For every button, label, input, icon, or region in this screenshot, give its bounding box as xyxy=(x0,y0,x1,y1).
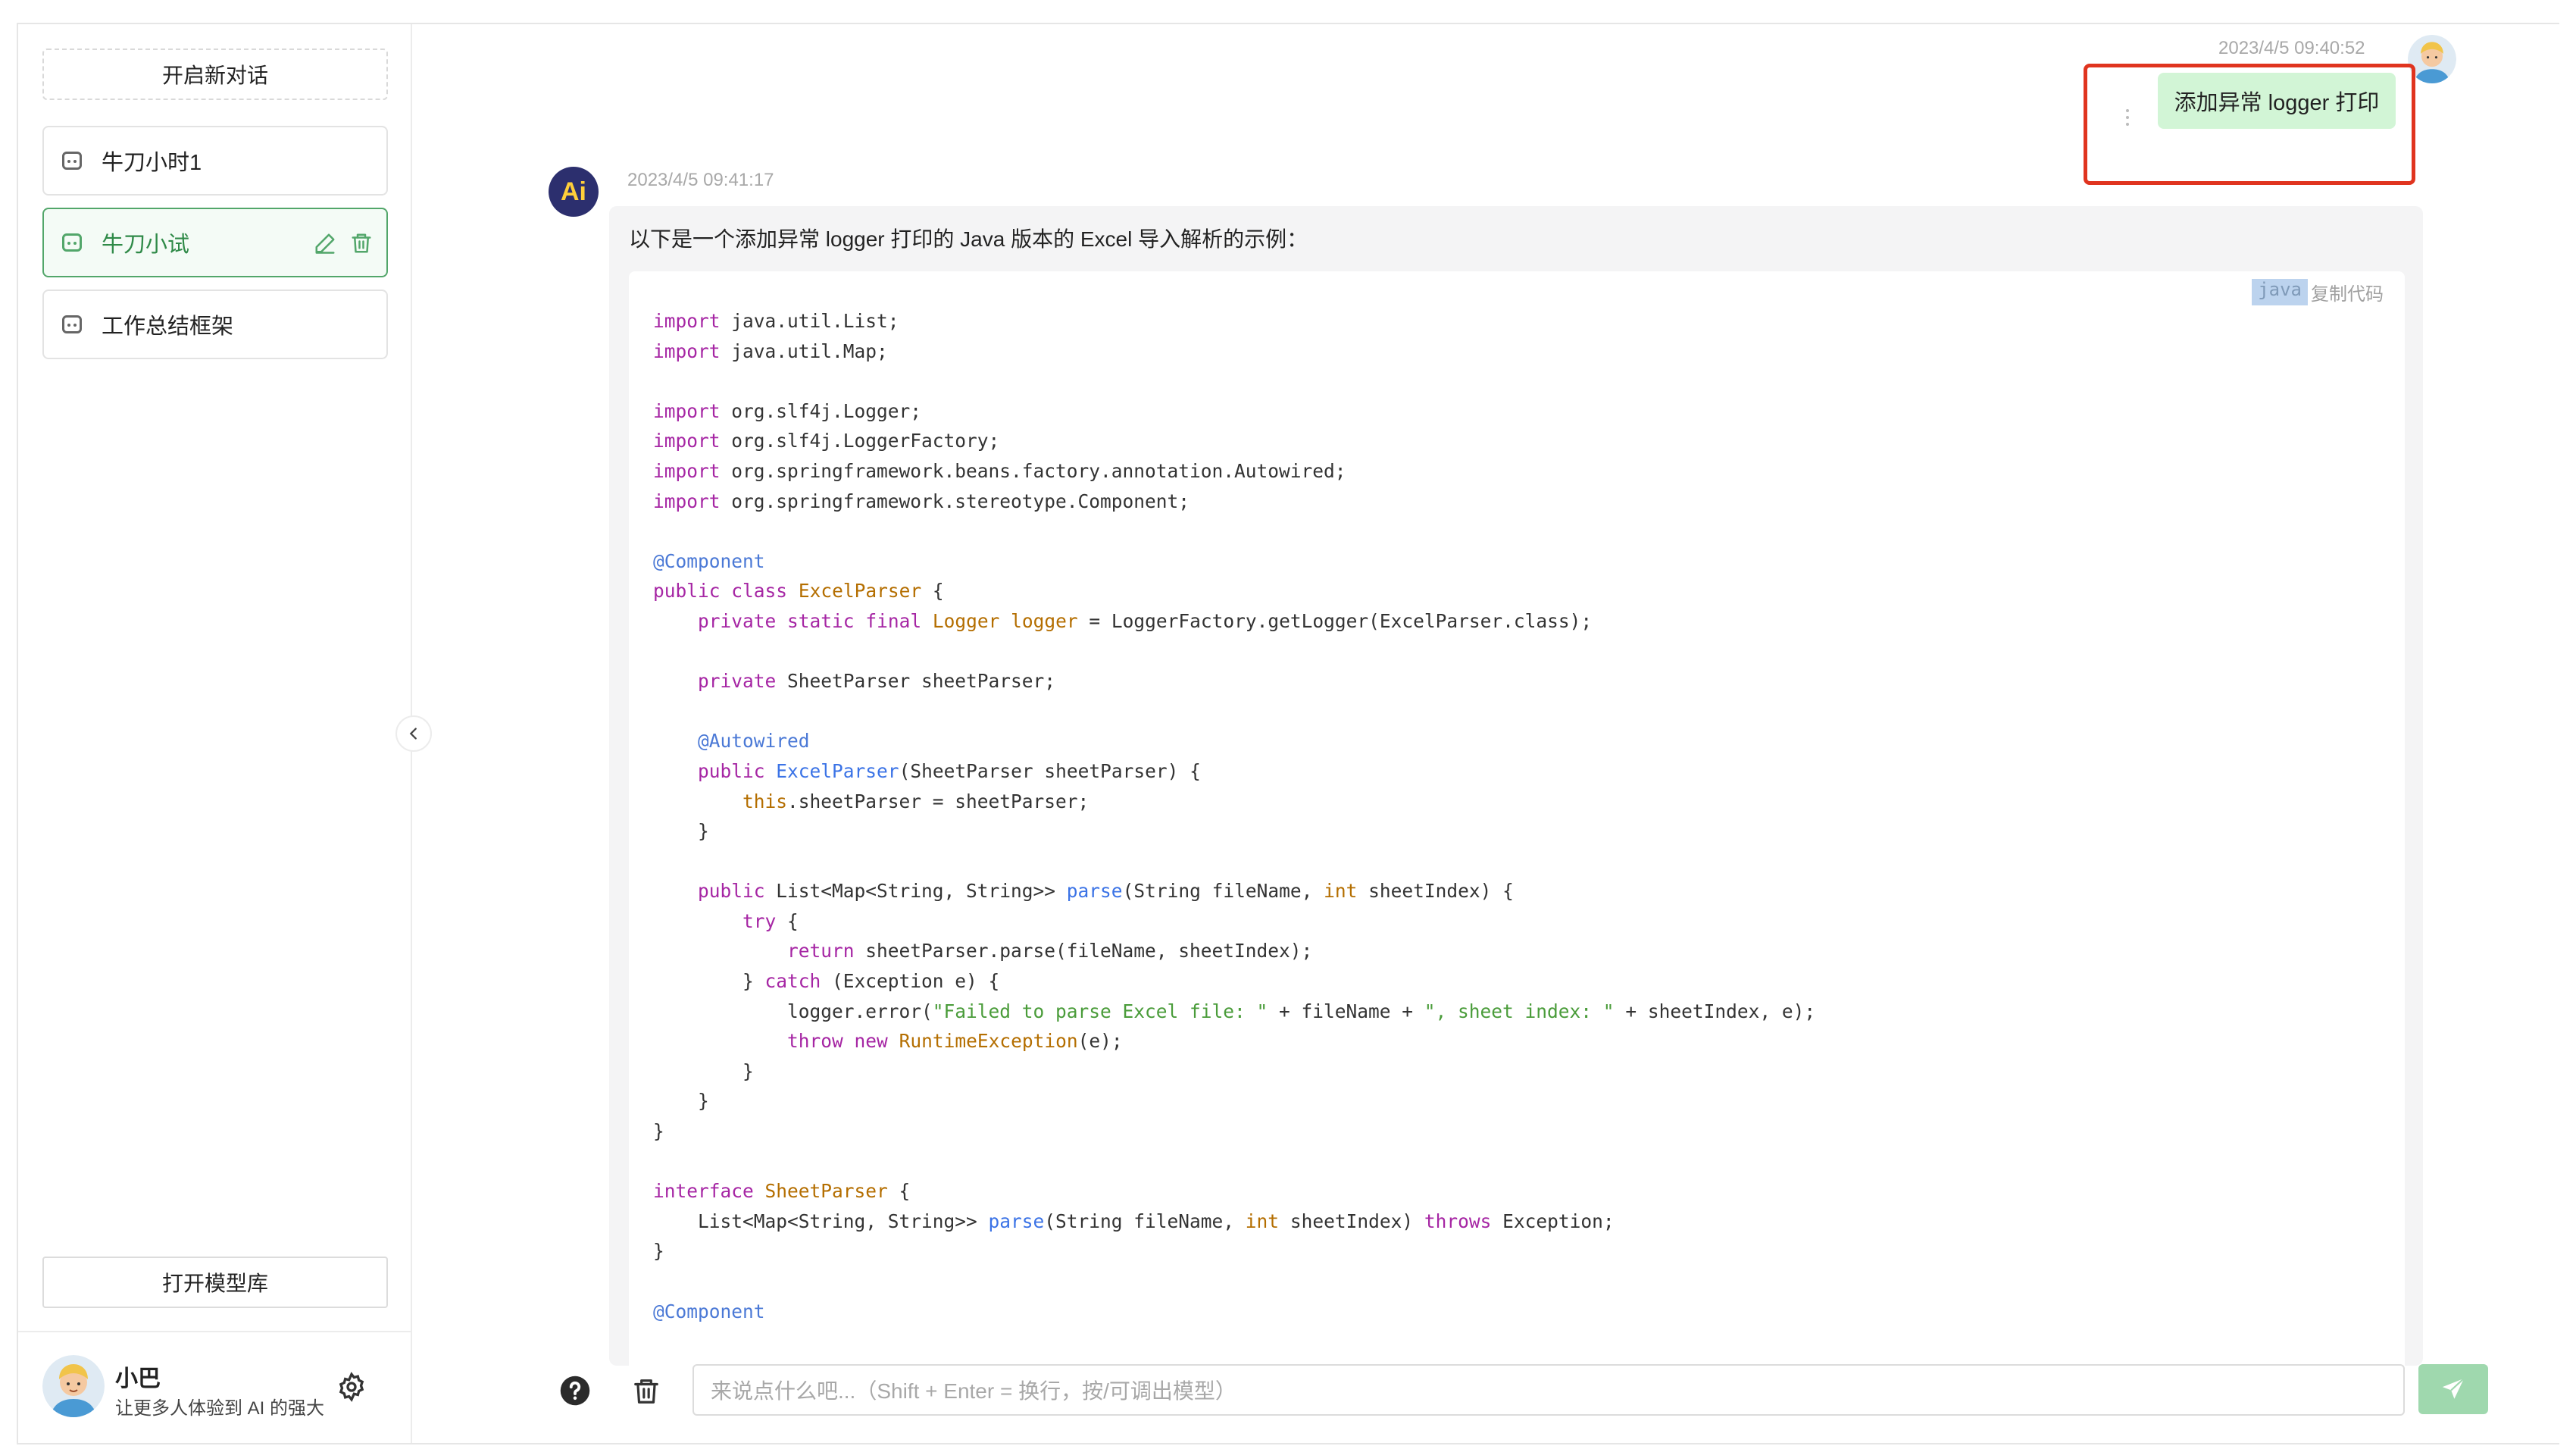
copy-code-button[interactable]: 复制代码 xyxy=(2311,279,2384,305)
user-profile: 小巴 让更多人体验到 AI 的强大 xyxy=(18,1331,411,1444)
ai-avatar: Ai xyxy=(549,167,599,217)
highlight-annotation xyxy=(2084,64,2415,185)
code-header: java 复制代码 xyxy=(2252,279,2384,305)
ai-message-card: 以下是一个添加异常 logger 打印的 Java 版本的 Excel 导入解析… xyxy=(609,206,2423,1366)
code-language-label: java xyxy=(2252,279,2308,305)
ai-message-time: 2023/4/5 09:41:17 xyxy=(627,170,774,190)
app-window: 开启新对话 牛刀小时1 牛刀小试 工作总结框架 打开模型库 小巴 让更多人体验到… xyxy=(17,23,2559,1444)
user-name: 小巴 xyxy=(115,1366,161,1391)
open-model-library-button[interactable]: 打开模型库 xyxy=(42,1257,388,1308)
delete-icon[interactable] xyxy=(350,232,373,255)
chat-icon xyxy=(62,233,82,252)
chat-icon xyxy=(62,315,82,333)
session-title: 牛刀小时1 xyxy=(102,151,202,175)
send-button[interactable] xyxy=(2418,1364,2488,1414)
chat-icon xyxy=(62,152,82,170)
send-icon xyxy=(2442,1378,2465,1399)
user-description: 让更多人体验到 AI 的强大 xyxy=(115,1398,325,1419)
message-input[interactable]: 来说点什么吧...（Shift + Enter = 换行，按/可调出模型） xyxy=(692,1364,2405,1416)
edit-icon[interactable] xyxy=(314,232,336,255)
ai-message-intro: 以下是一个添加异常 logger 打印的 Java 版本的 Excel 导入解析… xyxy=(629,227,1308,251)
user-avatar[interactable] xyxy=(42,1355,105,1417)
settings-gear-icon[interactable] xyxy=(336,1372,367,1402)
sidebar: 开启新对话 牛刀小时1 牛刀小试 工作总结框架 打开模型库 小巴 让更多人体验到… xyxy=(18,24,412,1443)
session-title: 牛刀小试 xyxy=(102,233,190,257)
clear-trash-icon[interactable] xyxy=(632,1376,661,1407)
user-message-time: 2023/4/5 09:40:52 xyxy=(2218,38,2365,58)
chat-main: 2023/4/5 09:40:52 添加异常 logger 打印 Ai 2023… xyxy=(412,24,2561,1443)
code-block: java 复制代码 import java.util.List; import … xyxy=(629,271,2405,1366)
session-item-active[interactable]: 牛刀小试 xyxy=(42,208,388,277)
session-title: 工作总结框架 xyxy=(102,315,234,339)
session-item[interactable]: 牛刀小时1 xyxy=(42,126,388,196)
code-content: import java.util.List; import java.util.… xyxy=(653,310,1816,1322)
composer: 来说点什么吧...（Shift + Enter = 换行，按/可调出模型） xyxy=(412,1355,2561,1431)
help-icon[interactable] xyxy=(559,1375,591,1407)
session-item[interactable]: 工作总结框架 xyxy=(42,290,388,359)
message-input-placeholder: 来说点什么吧...（Shift + Enter = 换行，按/可调出模型） xyxy=(711,1379,1236,1403)
new-chat-button[interactable]: 开启新对话 xyxy=(42,49,388,100)
session-actions xyxy=(314,232,373,255)
